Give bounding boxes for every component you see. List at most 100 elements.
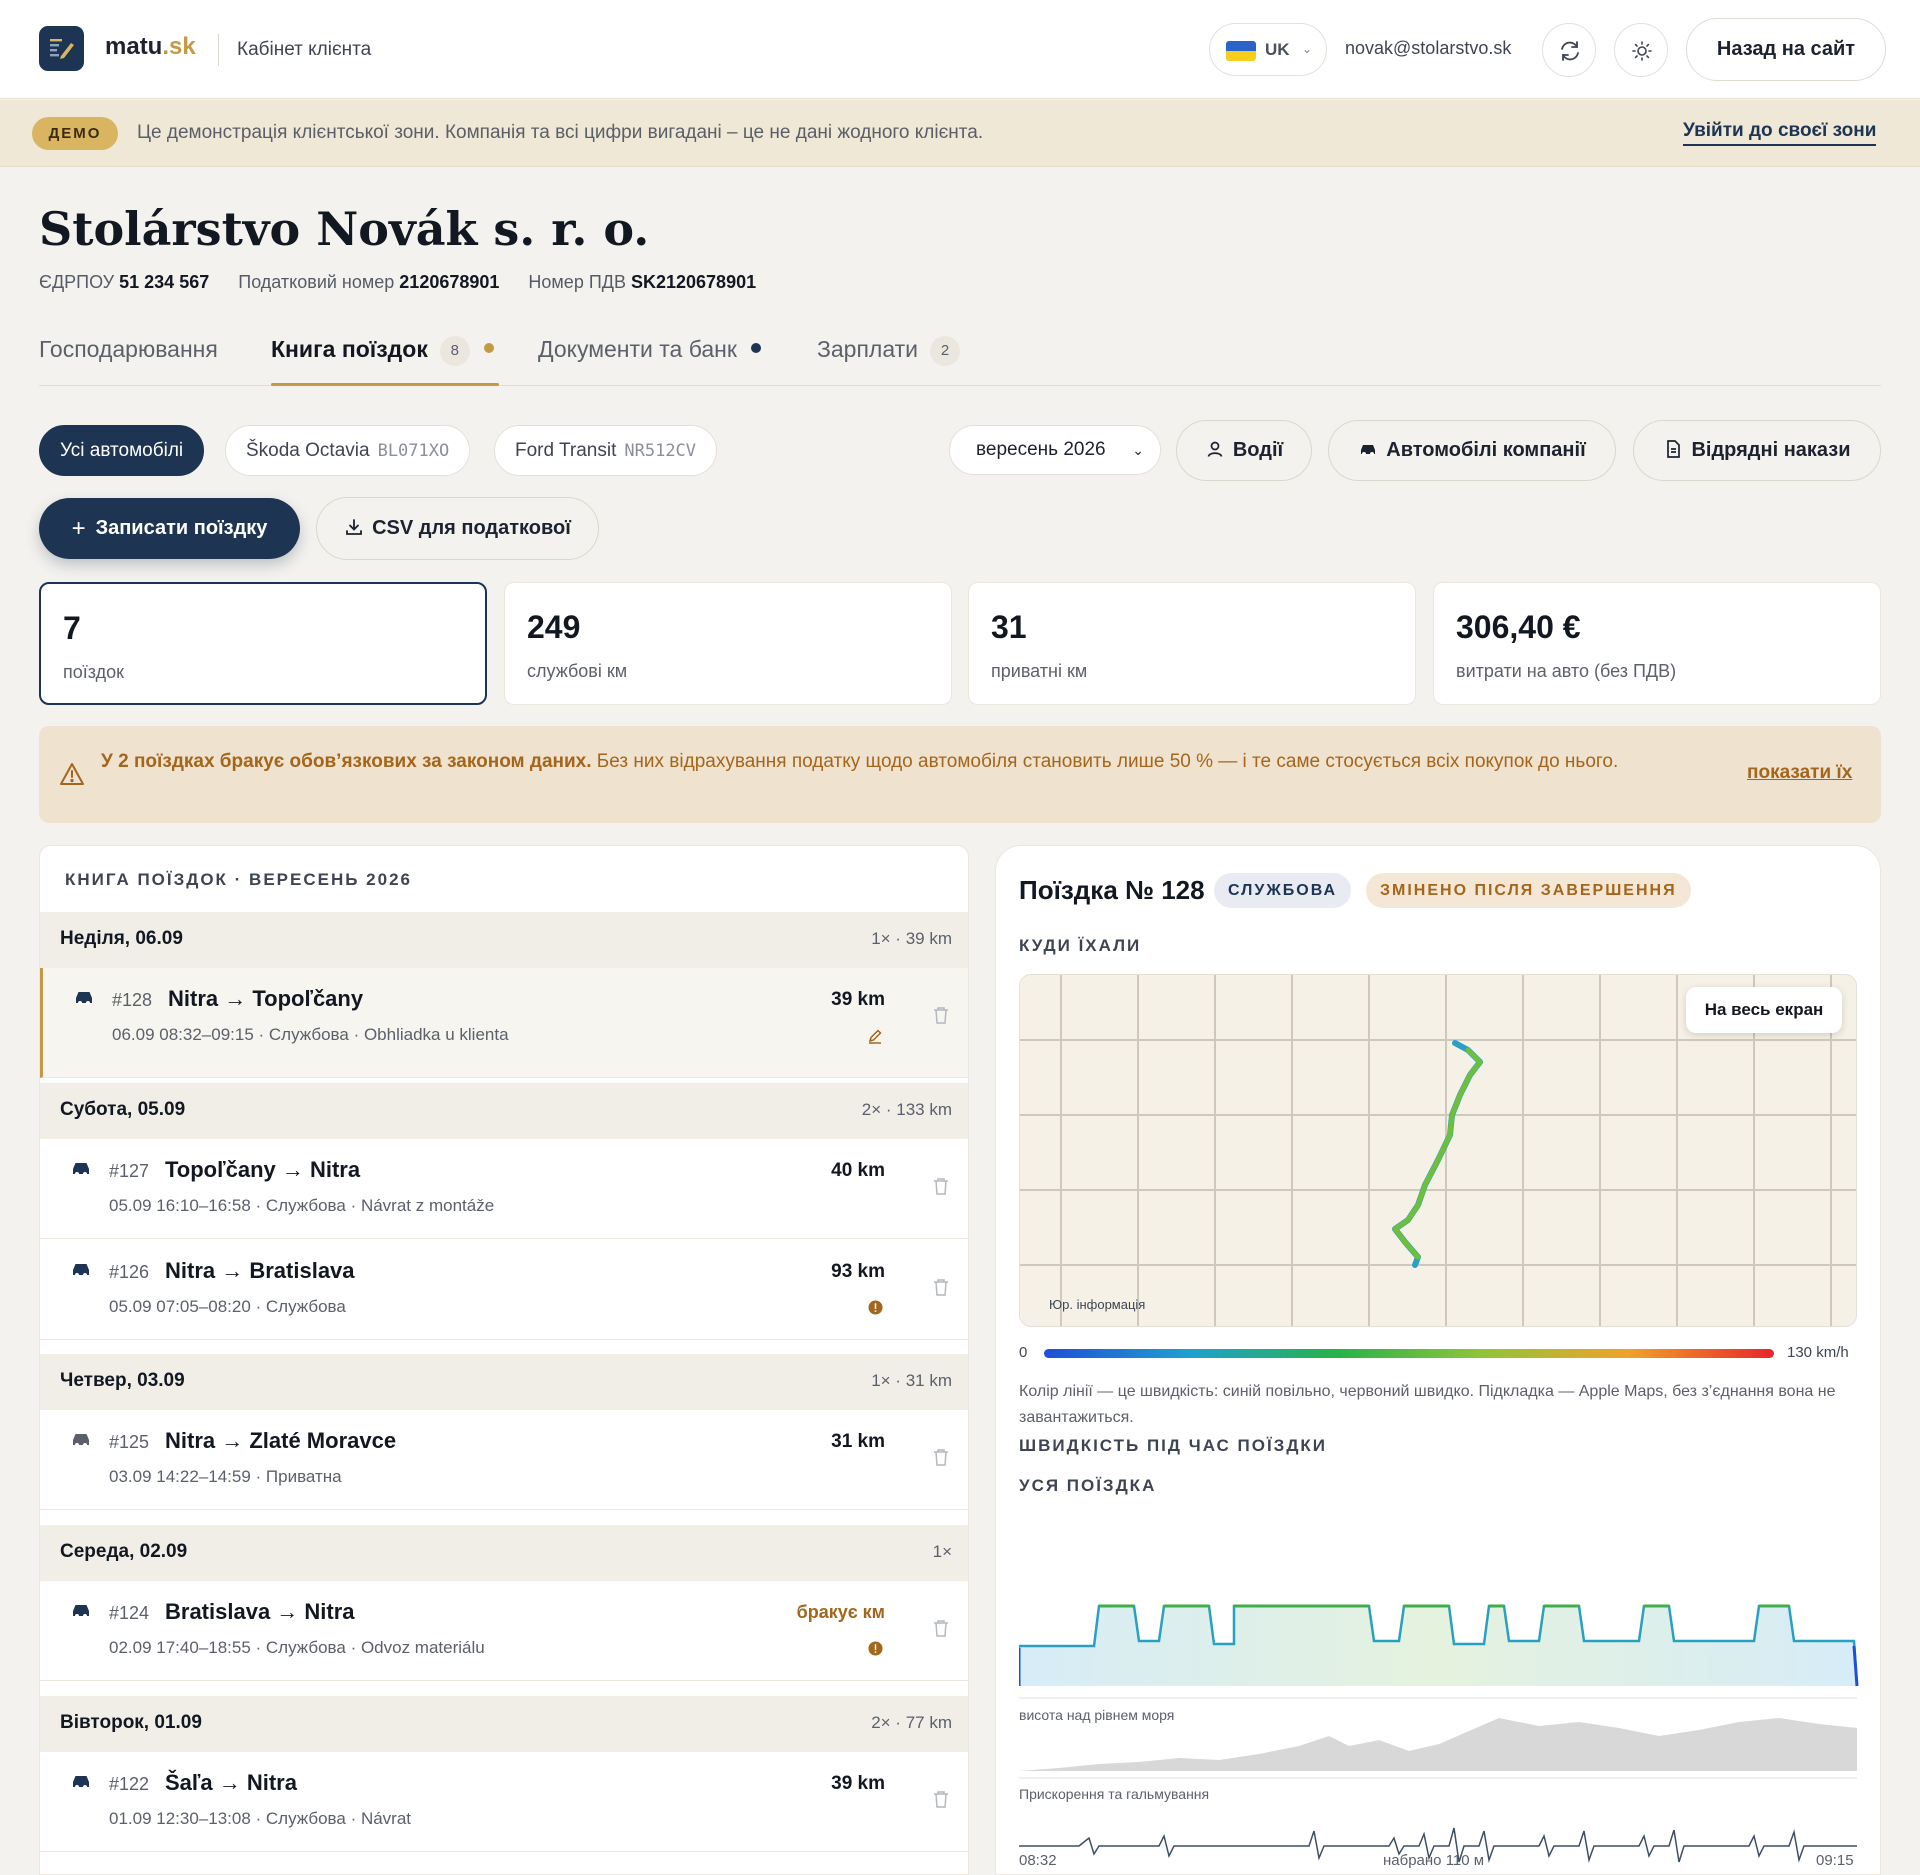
alert-icon <box>868 1641 883 1656</box>
tab-documents-bank[interactable]: Документи та банк <box>538 336 761 363</box>
speed-scale-min: 0 <box>1019 1344 1028 1361</box>
warning-icon <box>60 763 84 785</box>
theme-toggle-button[interactable] <box>1614 23 1668 77</box>
trash-icon[interactable] <box>933 1006 949 1024</box>
company-cars-button[interactable]: Автомобілі компанії <box>1328 420 1616 481</box>
stat-label: витрати на авто (без ПДВ) <box>1456 661 1677 681</box>
language-code: UK <box>1265 40 1290 59</box>
portal-subtitle: Кабінет клієнта <box>237 39 372 60</box>
csv-export-button[interactable]: CSV для податкової <box>316 497 599 560</box>
stat-value: 306,40 € <box>1456 609 1581 645</box>
tab-count-badge: 2 <box>930 336 961 366</box>
trip-type-badge: СЛУЖБОВА <box>1214 873 1352 908</box>
month-select[interactable]: вересень 2026 ⌄ <box>949 425 1161 475</box>
edited-pencil-icon <box>868 1029 882 1044</box>
stat-value: 31 <box>991 609 1027 645</box>
map-legal-link[interactable]: Юр. інформація <box>1049 1297 1145 1312</box>
stat-private-km[interactable]: 31 приватні км <box>968 582 1416 705</box>
whole-trip-heading: УСЯ ПОЇЗДКА <box>1019 1476 1157 1495</box>
car-icon <box>73 1776 89 1789</box>
car-icon <box>76 992 92 1005</box>
tab-salaries[interactable]: Зарплати 2 <box>817 336 961 366</box>
stat-label: приватні км <box>991 661 1088 681</box>
trash-icon[interactable] <box>933 1448 949 1466</box>
top-bar: matu.sk Кабінет клієнта UK ⌄ novak@stola… <box>0 0 1920 99</box>
trip-row[interactable]: #127 Topoľčany → Nitra 05.09 16:10–16:58 … <box>40 1139 968 1239</box>
id-value: 51 234 567 <box>119 272 210 292</box>
trip-log-title: КНИГА ПОЇЗДОК · ВЕРЕСЕНЬ 2026 <box>65 870 412 889</box>
day-header: Вівторок, 01.09 2× · 77 km <box>40 1696 968 1752</box>
tab-business[interactable]: Господарювання <box>39 336 218 363</box>
day-header: Субота, 05.09 2× · 133 km <box>40 1083 968 1139</box>
matu-logo-icon[interactable] <box>39 26 84 71</box>
filter-car-skoda[interactable]: Škoda Octavia BL071XO <box>225 425 471 476</box>
trip-row[interactable]: #125 Nitra → Zlaté Moravce 03.09 14:22–14… <box>40 1410 968 1510</box>
id-label: Податковий номер <box>238 272 395 292</box>
trip-row[interactable]: #128 Nitra → Topoľčany 06.09 08:32–09:15 … <box>40 968 968 1078</box>
show-them-link[interactable]: показати їх <box>1747 762 1852 784</box>
trip-log-panel: КНИГА ПОЇЗДОК · ВЕРЕСЕНЬ 2026 Неділя, 06… <box>39 845 969 1875</box>
sync-button[interactable] <box>1542 23 1596 77</box>
edited-badge: ЗМІНЕНО ПІСЛЯ ЗАВЕРШЕННЯ <box>1366 873 1691 908</box>
speed-section-heading: ШВИДКІСТЬ ПІД ЧАС ПОЇЗДКИ <box>1019 1436 1328 1455</box>
alert-icon <box>868 1300 883 1315</box>
trash-icon[interactable] <box>933 1790 949 1808</box>
id-label: ЄДРПОУ <box>39 272 115 292</box>
trip-row[interactable] <box>40 1853 968 1874</box>
language-selector[interactable]: UK ⌄ <box>1209 23 1327 76</box>
trip-row[interactable]: #126 Nitra → Bratislava 05.09 07:05–08:20… <box>40 1240 968 1340</box>
chevron-down-icon: ⌄ <box>1302 42 1313 56</box>
ukraine-flag-icon <box>1226 41 1256 61</box>
car-icon <box>1361 445 1376 456</box>
drivers-button[interactable]: Водії <box>1176 420 1312 481</box>
stat-business-km[interactable]: 249 службові км <box>504 582 952 705</box>
user-email: novak@stolarstvo.sk <box>1345 38 1512 58</box>
trash-icon[interactable] <box>933 1619 949 1637</box>
tab-trip-log[interactable]: Книга поїздок 8 <box>271 336 494 366</box>
brand-name[interactable]: matu.sk <box>105 33 196 61</box>
download-icon <box>346 519 362 535</box>
trip-row[interactable]: #122 Šaľa → Nitra 01.09 12:30–13:08 · Слу… <box>40 1752 968 1852</box>
car-icon <box>73 1163 89 1176</box>
warning-text: У 2 поїздках бракує обов’язкових за зако… <box>101 751 1619 772</box>
altitude-chart-label: висота над рівнем моря <box>1019 1707 1175 1723</box>
stat-value: 249 <box>527 609 581 645</box>
stat-trips[interactable]: 7 поїздок <box>39 582 487 705</box>
document-icon <box>1667 440 1681 458</box>
altitude-area <box>1019 1718 1857 1771</box>
speed-area <box>1019 1606 1857 1686</box>
trip-detail-title: Поїздка № 128 <box>1019 875 1205 905</box>
chevron-down-icon: ⌄ <box>1132 442 1144 458</box>
car-icon <box>73 1605 89 1618</box>
day-header: Середа, 02.09 1× <box>40 1525 968 1581</box>
trip-end-time: 09:15 <box>1816 1852 1854 1869</box>
trip-charts <box>1019 1604 1859 1863</box>
day-header: Неділя, 06.09 1× · 39 km <box>40 912 968 968</box>
stat-car-costs[interactable]: 306,40 € витрати на авто (без ПДВ) <box>1433 582 1881 705</box>
travel-orders-button[interactable]: Відрядні накази <box>1633 420 1881 481</box>
sun-icon <box>1632 41 1652 61</box>
acceleration-chart-label: Прискорення та гальмування <box>1019 1786 1210 1802</box>
stat-value: 7 <box>63 610 81 646</box>
trip-row[interactable]: #124 Bratislava → Nitra 02.09 17:40–18:55… <box>40 1581 968 1681</box>
refresh-icon <box>1561 41 1579 61</box>
filter-all-cars[interactable]: Усі автомобілі <box>39 425 205 476</box>
brand-divider <box>218 34 219 66</box>
id-value: SK2120678901 <box>630 272 757 292</box>
stat-label: службові км <box>527 661 628 681</box>
trash-icon[interactable] <box>933 1278 949 1296</box>
elevation-gain: набрано 110 м <box>1383 1852 1485 1869</box>
company-identifiers: ЄДРПОУ 51 234 567 Податковий номер 21206… <box>39 272 780 293</box>
car-icon <box>73 1264 89 1277</box>
plus-icon: + <box>71 515 86 542</box>
trash-icon[interactable] <box>933 1177 949 1195</box>
company-name: Stolárstvo Novák s. r. o. <box>39 202 650 256</box>
tab-count-badge: 8 <box>439 336 470 366</box>
fullscreen-map-button[interactable]: На весь екран <box>1686 987 1842 1033</box>
back-to-site-button[interactable]: Назад на сайт <box>1686 18 1886 81</box>
login-own-zone-link[interactable]: Увійти до своєї зони <box>1683 120 1877 146</box>
add-trip-button[interactable]: + Записати поїздку <box>39 498 300 559</box>
map-legend-note: Колір лінії — це швидкість: синій повіль… <box>1019 1383 1836 1426</box>
speed-scale-max: 130 km/h <box>1787 1344 1849 1361</box>
filter-car-ford[interactable]: Ford Transit NR512CV <box>494 425 718 476</box>
